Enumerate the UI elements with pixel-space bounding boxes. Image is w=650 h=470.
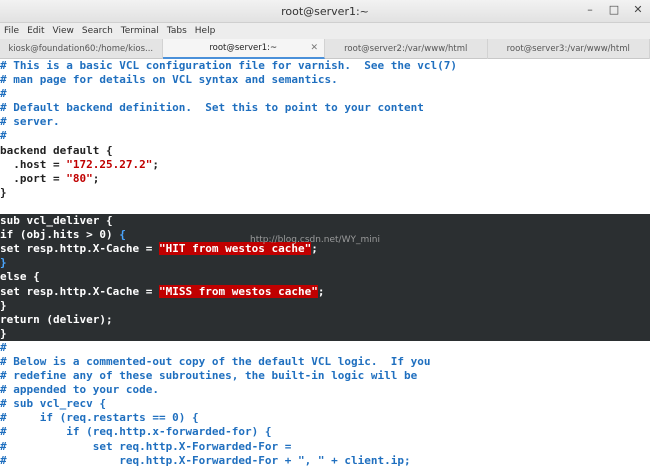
line-text: sub vcl_deliver { — [0, 214, 113, 228]
terminal-line: # set req.http.X-Forwarded-For = — [0, 440, 650, 454]
tab-label: root@server2:/var/www/html — [344, 44, 468, 54]
line-end: ; — [92, 171, 100, 185]
line-text: # set req.http.X-Forwarded-For = — [0, 439, 292, 453]
line-text: # — [0, 87, 7, 101]
menu-file[interactable]: File — [4, 26, 19, 36]
menu-edit[interactable]: Edit — [27, 26, 44, 36]
terminal-line: # Default backend definition. Set this t… — [0, 101, 650, 115]
terminal-line: # if (req.restarts == 0) { — [0, 411, 650, 425]
line-text: # if (req.http.x-forwarded-for) { — [0, 425, 272, 439]
window-controls: – □ ✕ — [584, 3, 644, 16]
line-text: if (obj.hits > 0) — [0, 228, 120, 242]
line-text: # — [0, 340, 7, 354]
line-end: ; — [311, 242, 318, 256]
terminal-line: # — [0, 129, 650, 143]
menu-tabs[interactable]: Tabs — [167, 26, 187, 36]
line-text: set resp.http.X-Cache = — [0, 242, 159, 256]
line-text: .host = — [0, 157, 67, 171]
line-text: } — [0, 298, 7, 312]
line-text: # appended to your code. — [0, 383, 159, 397]
tab-label: root@server3:/var/www/html — [506, 44, 630, 54]
terminal-line: else { — [0, 270, 650, 285]
menu-help[interactable]: Help — [195, 26, 216, 36]
line-text: backend default { — [0, 143, 113, 157]
terminal-line: } — [0, 326, 650, 341]
minimize-icon[interactable]: – — [584, 3, 596, 16]
line-text: # server. — [0, 115, 60, 129]
terminal-line: sub vcl_deliver { — [0, 214, 650, 229]
line-text: # Below is a commented-out copy of the d… — [0, 354, 431, 368]
line-text: else { — [0, 270, 40, 284]
terminal-line: .port = "80"; — [0, 172, 650, 186]
terminal-line: # server. — [0, 115, 650, 129]
tab-root-server1[interactable]: root@server1:~ ✕ — [162, 39, 325, 59]
line-text: # man page for details on VCL syntax and… — [0, 73, 338, 87]
window-title: root@server1:~ — [281, 4, 369, 18]
close-icon[interactable]: ✕ — [632, 3, 644, 16]
terminal-line: } — [0, 256, 650, 271]
line-text: # — [0, 129, 7, 143]
close-tab-icon[interactable]: ✕ — [310, 43, 318, 53]
terminal-line: # if (req.http.x-forwarded-for) { — [0, 425, 650, 439]
line-text: } — [0, 326, 7, 340]
line-text: .port = — [0, 171, 67, 185]
terminal-line: # This is a basic VCL configuration file… — [0, 59, 650, 73]
maximize-icon[interactable]: □ — [608, 3, 620, 16]
tab-kiosk-foundation[interactable]: kiosk@foundation60:/home/kios... — [0, 39, 163, 59]
terminal-line: set resp.http.X-Cache = "HIT from westos… — [0, 242, 650, 257]
menu-bar: File Edit View Search Terminal Tabs Help — [0, 23, 650, 39]
terminal-line: } — [0, 298, 650, 313]
tab-root-server3[interactable]: root@server3:/var/www/html — [488, 39, 650, 59]
matched-brace: } — [0, 256, 7, 270]
terminal-line: .host = "172.25.27.2"; — [0, 158, 650, 172]
terminal-line: # sub vcl_recv { — [0, 397, 650, 411]
string-literal-highlighted: "HIT from westos cache" — [158, 242, 312, 256]
line-end: ; — [317, 284, 325, 298]
line-text: # if (req.restarts == 0) { — [0, 411, 199, 425]
menu-search[interactable]: Search — [82, 26, 113, 36]
string-literal: "172.25.27.2" — [66, 157, 153, 171]
terminal-line: # man page for details on VCL syntax and… — [0, 73, 650, 87]
terminal-line: # — [0, 341, 650, 355]
tab-label: root@server1:~ — [209, 43, 278, 53]
tab-label: kiosk@foundation60:/home/kios... — [8, 44, 154, 54]
terminal-line: # appended to your code. — [0, 383, 650, 397]
line-text: # Default backend definition. Set this t… — [0, 101, 424, 115]
window-titlebar: root@server1:~ – □ ✕ — [0, 0, 650, 23]
tab-bar: kiosk@foundation60:/home/kios... root@se… — [0, 39, 650, 59]
line-text: } — [0, 185, 7, 199]
terminal-line: set resp.http.X-Cache = "MISS from westo… — [0, 284, 650, 299]
menu-terminal[interactable]: Terminal — [121, 26, 159, 36]
line-text: return (deliver); — [0, 312, 113, 326]
matched-brace: { — [119, 228, 126, 242]
terminal-line: if (obj.hits > 0) { — [0, 228, 650, 243]
terminal-line: # Below is a commented-out copy of the d… — [0, 355, 650, 369]
tab-root-server2[interactable]: root@server2:/var/www/html — [325, 39, 488, 59]
terminal-text-area[interactable]: # This is a basic VCL configuration file… — [0, 59, 650, 470]
terminal-line: # redefine any of these subroutines, the… — [0, 369, 650, 383]
terminal-line: # req.http.X-Forwarded-For + ", " + clie… — [0, 454, 650, 468]
line-text: # This is a basic VCL configuration file… — [0, 59, 457, 72]
line-text: set resp.http.X-Cache = — [0, 284, 159, 298]
string-literal: "80" — [66, 171, 93, 185]
string-literal-highlighted: "MISS from westos cache" — [158, 284, 318, 298]
terminal-line: } — [0, 186, 650, 200]
terminal-line: return (deliver); — [0, 312, 650, 327]
line-text: # redefine any of these subroutines, the… — [0, 369, 418, 383]
terminal-line: # — [0, 87, 650, 101]
terminal-line: backend default { — [0, 144, 650, 158]
line-end: ; — [152, 157, 159, 171]
line-text: # sub vcl_recv { — [0, 397, 106, 411]
line-text: # req.http.X-Forwarded-For + ", " + clie… — [0, 453, 411, 467]
menu-view[interactable]: View — [53, 26, 74, 36]
